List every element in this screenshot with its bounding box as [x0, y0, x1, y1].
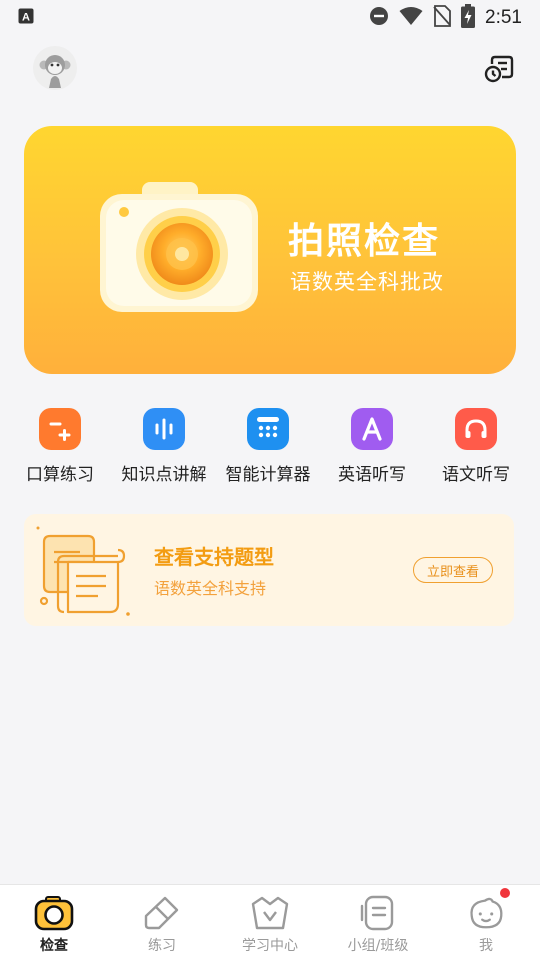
minus-plus-icon: [39, 408, 81, 450]
history-icon[interactable]: [482, 52, 516, 86]
basket-icon: [250, 893, 290, 933]
camera-icon: [34, 893, 74, 933]
quick-action-knowledge[interactable]: 知识点讲解: [110, 408, 218, 485]
nav-label: 学习中心: [242, 938, 298, 954]
hero-title: 拍照检查: [288, 221, 441, 262]
status-time: 2:51: [485, 7, 522, 28]
bottom-nav: 检查 练习 学习中心 小组/班级 我: [0, 884, 540, 960]
quick-action-chinese-dictation[interactable]: 语文听写: [422, 408, 530, 485]
status-bar: A 2:51: [0, 0, 540, 36]
battery-charging-icon: [461, 4, 476, 32]
baby-face-icon: [466, 893, 506, 933]
quick-action-label: 口算练习: [26, 465, 94, 485]
nav-label: 检查: [40, 938, 68, 954]
monkey-avatar-icon[interactable]: [33, 46, 77, 90]
tab-learning-center[interactable]: 学习中心: [216, 885, 324, 960]
nav-label: 我: [479, 938, 493, 954]
nav-label: 练习: [148, 938, 176, 954]
dnd-icon: [369, 6, 389, 30]
documents-icon: [34, 522, 134, 626]
view-now-button[interactable]: 立即查看: [413, 557, 493, 583]
notification-badge: [500, 888, 510, 898]
svg-text:A: A: [22, 12, 30, 24]
no-sim-icon: [433, 5, 451, 31]
letter-a-icon: [351, 408, 393, 450]
tab-check[interactable]: 检查: [0, 885, 108, 960]
audio-wave-icon: [143, 408, 185, 450]
camera-icon: [100, 182, 260, 322]
tab-group-class[interactable]: 小组/班级: [324, 885, 432, 960]
support-card-subtitle: 语数英全科支持: [154, 579, 267, 598]
photo-check-card[interactable]: 拍照检查 语数英全科批改: [24, 126, 516, 374]
top-bar: [0, 46, 540, 92]
quick-action-english-dictation[interactable]: 英语听写: [318, 408, 426, 485]
quick-action-label: 英语听写: [338, 465, 406, 485]
tab-practice[interactable]: 练习: [108, 885, 216, 960]
support-card-title: 查看支持题型: [154, 545, 274, 569]
wifi-icon: [399, 6, 423, 30]
quick-action-label: 知识点讲解: [121, 465, 207, 485]
supported-types-card[interactable]: 查看支持题型 语数英全科支持 立即查看: [24, 514, 514, 626]
hero-subtitle: 语数英全科批改: [290, 270, 444, 294]
quick-action-oral-math[interactable]: 口算练习: [6, 408, 114, 485]
nav-label: 小组/班级: [347, 938, 409, 954]
tab-me[interactable]: 我: [432, 885, 540, 960]
quick-action-calculator[interactable]: 智能计算器: [214, 408, 322, 485]
group-icon: [358, 893, 398, 933]
calculator-icon: [247, 408, 289, 450]
headphones-icon: [455, 408, 497, 450]
quick-action-label: 智能计算器: [225, 465, 311, 485]
a-notification-icon: A: [18, 8, 34, 28]
eraser-icon: [142, 893, 182, 933]
quick-action-label: 语文听写: [442, 465, 510, 485]
quick-actions: 口算练习 知识点讲解 智能计算器 英语听写 语文听写: [0, 408, 540, 498]
